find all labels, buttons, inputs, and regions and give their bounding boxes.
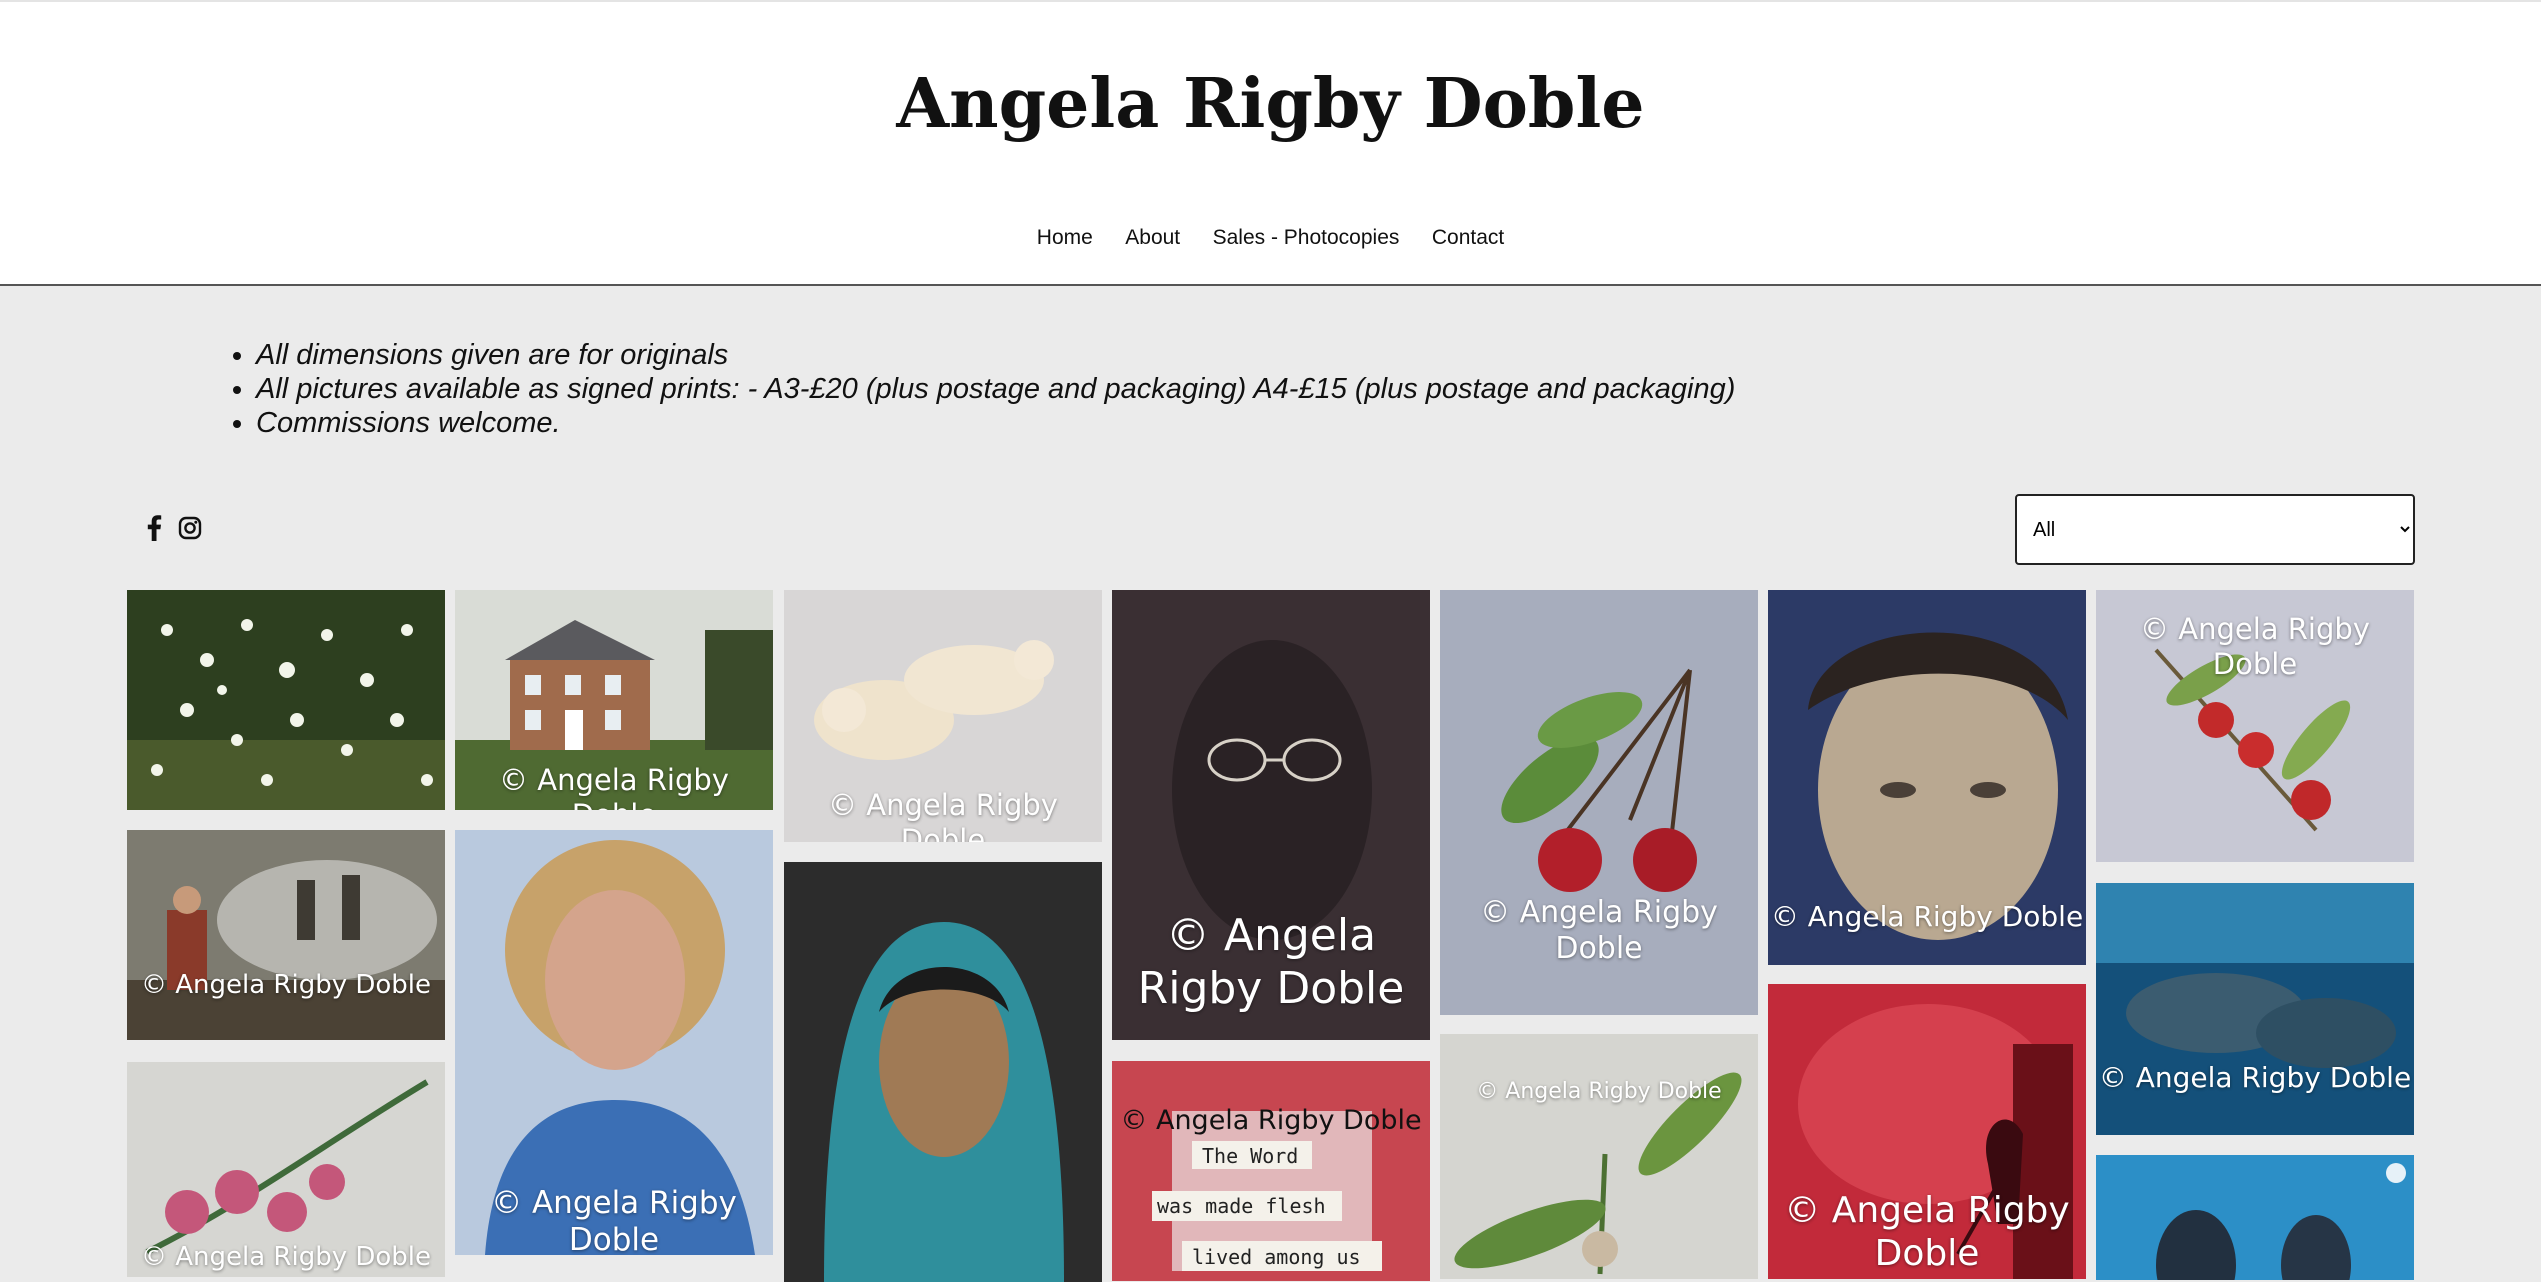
site-header: Angela Rigby Doble Home About Sales - Ph… xyxy=(0,0,2541,286)
note-prints: All pictures available as signed prints:… xyxy=(256,372,1735,406)
gallery-tile[interactable]: © Angela Rigby Doble xyxy=(1440,1034,1758,1279)
category-filter[interactable]: All xyxy=(2015,494,2415,565)
woman-blue-headscarf-image xyxy=(784,862,1102,1282)
gallery-tile[interactable]: © Angela Rigby Doble xyxy=(127,1062,445,1277)
facebook-icon[interactable] xyxy=(146,515,162,546)
sea-lions-image xyxy=(2096,1155,2414,1280)
gallery-tile[interactable]: © Angela Rigby Doble The Word was made f… xyxy=(1112,1061,1430,1281)
tile-watermark: © Angela Rigby Doble xyxy=(1476,1079,1722,1104)
note-commissions: Commissions welcome. xyxy=(256,406,1735,440)
nav-about[interactable]: About xyxy=(1125,226,1180,250)
gallery-tile[interactable]: © Angela Rigby Doble xyxy=(2096,883,2414,1135)
tile-watermark: © Angela Rigby Doble xyxy=(1137,910,1405,1014)
nav-home[interactable]: Home xyxy=(1037,226,1093,250)
gallery-tile[interactable] xyxy=(784,862,1102,1282)
word-line-3: lived among us xyxy=(1192,1245,1361,1269)
gallery-tile[interactable]: © Angela Rigby Doble xyxy=(1768,984,2086,1279)
gallery-tile[interactable]: © Angela Rigby Doble xyxy=(455,830,773,1255)
note-dimensions: All dimensions given are for originals xyxy=(256,338,1735,372)
blossom-tree-image xyxy=(127,590,445,810)
site-title[interactable]: Angela Rigby Doble xyxy=(0,64,2541,144)
tile-watermark: © Angela Rigby Doble xyxy=(1480,895,1718,966)
manatees-image xyxy=(2096,883,2414,1135)
word-line-2: was made flesh xyxy=(1157,1194,1326,1218)
tile-watermark: © Angela Rigby Doble xyxy=(140,1242,432,1272)
main-nav: Home About Sales - Photocopies Contact xyxy=(0,226,2541,250)
bonfire-figures-image xyxy=(127,830,445,1040)
gallery-tile[interactable]: © Angela Rigby Doble xyxy=(2096,590,2414,862)
tile-watermark: © Angela Rigby Doble xyxy=(499,763,729,810)
notes-list: All dimensions given are for originals A… xyxy=(228,338,1735,440)
nav-contact[interactable]: Contact xyxy=(1432,226,1504,250)
tile-watermark: © Angela Rigby Doble xyxy=(1770,900,2084,933)
tile-watermark: © Angela Rigby Doble xyxy=(2098,1061,2412,1094)
word-line-1: The Word xyxy=(1202,1144,1299,1168)
gallery-tile[interactable]: © Angela Rigby Doble xyxy=(1440,590,1758,1015)
gallery-tile[interactable]: © Angela Rigby Doble xyxy=(127,830,445,1040)
tile-watermark: © Angela Rigby Doble xyxy=(491,1185,737,1255)
plant-with-roots-image xyxy=(1440,1034,1758,1279)
tile-watermark: © Angela Rigby Doble xyxy=(828,788,1058,842)
nav-sales-photocopies[interactable]: Sales - Photocopies xyxy=(1213,226,1400,250)
tile-watermark: © Angela Rigby Doble xyxy=(2140,612,2370,681)
gallery-tile[interactable] xyxy=(2096,1155,2414,1280)
social-links xyxy=(146,515,214,546)
gallery-tile[interactable]: © Angela Rigby Doble xyxy=(1768,590,2086,965)
gallery-tile[interactable]: © Angela Rigby Doble xyxy=(784,590,1102,842)
tile-watermark: © Angela Rigby Doble xyxy=(140,970,432,1000)
gallery-tile[interactable] xyxy=(127,590,445,810)
gallery-tile[interactable]: © Angela Rigby Doble xyxy=(455,590,773,810)
gallery-tile[interactable]: © Angela Rigby Doble xyxy=(1112,590,1430,1040)
tile-watermark: © Angela Rigby Doble xyxy=(1784,1190,2070,1275)
tile-watermark: © Angela Rigby Doble xyxy=(1120,1105,1422,1136)
instagram-icon[interactable] xyxy=(178,516,202,545)
